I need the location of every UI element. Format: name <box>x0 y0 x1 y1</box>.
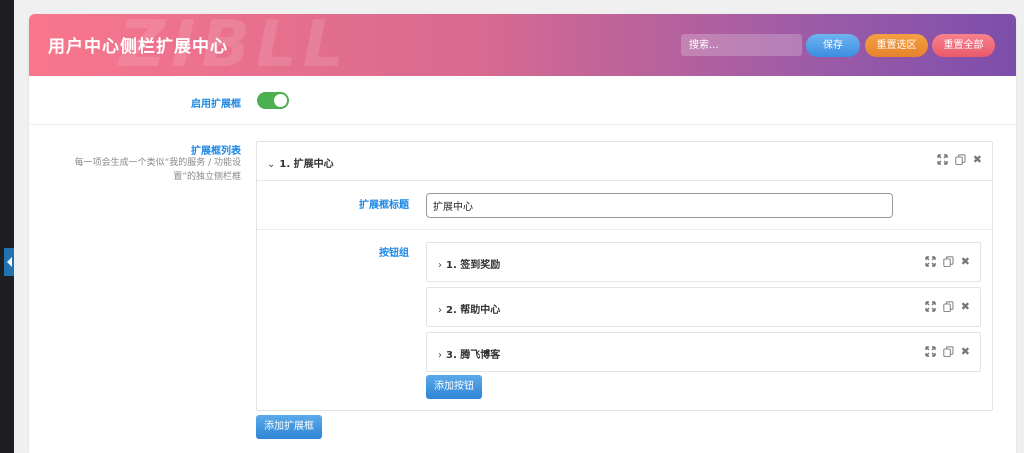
button-item-title-text: 1. 签到奖励 <box>446 260 501 271</box>
title-input[interactable] <box>426 193 893 218</box>
list-field-description: 每一项会生成一个类似“我的服务 / 功能设 置”的独立侧栏框 <box>49 156 241 184</box>
expand-icon[interactable] <box>925 256 936 267</box>
close-icon[interactable]: ✖ <box>961 301 970 312</box>
buttons-field-label: 按钮组 <box>379 248 409 259</box>
button-item-title[interactable]: › 3. 腾飞博客 <box>438 346 500 361</box>
expand-icon[interactable] <box>925 346 936 357</box>
item-actions: ✖ <box>925 301 970 312</box>
reset-all-button[interactable]: 重置全部 <box>932 34 995 57</box>
expand-icon[interactable] <box>937 154 948 165</box>
chevron-right-icon: › <box>438 260 442 271</box>
expand-icon[interactable] <box>925 301 936 312</box>
search-input[interactable] <box>681 34 802 56</box>
chevron-right-icon: › <box>438 350 442 361</box>
panel-header: ZIBLL 用户中心侧栏扩展中心 保存 重置选区 重置全部 <box>29 14 1016 82</box>
options-panel: ZIBLL 用户中心侧栏扩展中心 保存 重置选区 重置全部 启用扩展框 扩展框列… <box>29 14 1016 453</box>
list-field-label: 扩展框列表 <box>191 146 241 157</box>
save-button[interactable]: 保存 <box>806 34 860 57</box>
close-icon[interactable]: ✖ <box>961 346 970 357</box>
copy-icon[interactable] <box>943 256 954 267</box>
chevron-down-icon: ⌄ <box>267 159 276 170</box>
add-button-button[interactable]: 添加按钮 <box>426 375 482 399</box>
copy-icon[interactable] <box>943 301 954 312</box>
title-field-row: 扩展框标题 <box>257 182 992 230</box>
item-actions: ✖ <box>937 154 982 165</box>
copy-icon[interactable] <box>955 154 966 165</box>
extension-item: ⌄1. 扩展中心 ✖ 扩展框标题 按钮组 › 1. 签到奖励 ✖ <box>256 141 993 411</box>
button-item-title[interactable]: › 2. 帮助中心 <box>438 301 500 316</box>
button-item-title[interactable]: › 1. 签到奖励 <box>438 256 500 271</box>
reset-selection-button[interactable]: 重置选区 <box>865 34 928 57</box>
chevron-right-icon: › <box>438 305 442 316</box>
description-line: 每一项会生成一个类似“我的服务 / 功能设 <box>74 158 241 168</box>
copy-icon[interactable] <box>943 346 954 357</box>
extension-item-title[interactable]: ⌄ 1. 扩展中心 <box>267 155 334 170</box>
item-actions: ✖ <box>925 256 970 267</box>
item-actions: ✖ <box>925 346 970 357</box>
extension-item-title-text: 1. 扩展中心 <box>279 159 334 170</box>
sidebar-collapse-toggle[interactable] <box>4 248 14 276</box>
button-item[interactable]: › 2. 帮助中心 ✖ <box>426 287 981 327</box>
button-item-title-text: 3. 腾飞博客 <box>446 350 501 361</box>
title-field-label: 扩展框标题 <box>359 200 409 211</box>
button-item[interactable]: › 1. 签到奖励 ✖ <box>426 242 981 282</box>
toggle-knob <box>274 94 287 107</box>
add-extension-button[interactable]: 添加扩展框 <box>256 415 322 439</box>
page-title: 用户中心侧栏扩展中心 <box>48 37 228 57</box>
enable-field-row: 启用扩展框 <box>29 76 1016 125</box>
enable-field-label: 启用扩展框 <box>191 99 241 110</box>
enable-toggle[interactable] <box>257 92 289 109</box>
description-line: 置”的独立侧栏框 <box>173 172 241 182</box>
close-icon[interactable]: ✖ <box>961 256 970 267</box>
button-item[interactable]: › 3. 腾飞博客 ✖ <box>426 332 981 372</box>
close-icon[interactable]: ✖ <box>973 154 982 165</box>
button-item-title-text: 2. 帮助中心 <box>446 305 501 316</box>
extension-item-header[interactable]: ⌄ 1. 扩展中心 ✖ <box>257 142 992 181</box>
admin-sidebar-strip <box>0 0 14 453</box>
